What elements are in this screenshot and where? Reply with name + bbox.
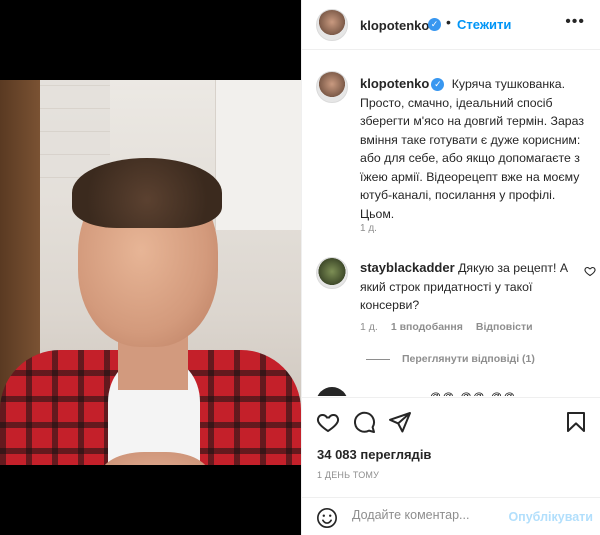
comment-like-heart-icon[interactable] [584,265,596,277]
author-username[interactable]: klopotenko [360,18,429,33]
more-options-icon[interactable]: ••• [565,13,585,31]
video-person-hair [72,158,222,228]
views-count[interactable]: 34 083 переглядів [317,447,431,462]
comment-icon[interactable] [352,410,376,434]
share-icon[interactable] [388,410,412,434]
separator-dot: • [446,14,451,30]
author-avatar[interactable] [316,9,348,41]
next-commenter-avatar[interactable] [316,387,348,396]
commenter-username[interactable]: stayblackadder [360,260,455,275]
comment-likes-count[interactable]: 1 вподобання [391,321,463,333]
caption-timestamp[interactable]: 1 д. [360,223,377,234]
comment-input[interactable] [352,508,502,522]
caption-username[interactable]: klopotenko [360,76,429,91]
post-caption: klopotenko ✓ Куряча тушкованка. Просто, с… [360,75,592,223]
comment-reply-button[interactable]: Відповісти [476,321,533,333]
comment-item: stayblackadder Дякую за рецепт! А який с… [360,259,578,315]
verified-icon: ✓ [431,78,445,92]
post-side-panel: klopotenko ✓ • Стежити ••• klopotenko ✓ К… [301,0,600,535]
follow-button[interactable]: Стежити [457,17,511,32]
emoji-icon[interactable] [316,507,338,529]
add-comment-bar: Опублікувати [302,497,600,535]
verified-icon: ✓ [428,18,441,31]
post-header: klopotenko ✓ • Стежити ••• [302,0,600,50]
post-timestamp[interactable]: 1 ДЕНЬ ТОМУ [317,470,379,480]
caption-text: Куряча тушкованка. Просто, смачно, ідеал… [360,77,584,221]
commenter-avatar[interactable] [316,257,348,289]
video-player[interactable] [0,80,301,465]
bookmark-icon[interactable] [564,410,588,434]
next-comment-partial: @@ @@ @@ [430,391,516,396]
video-bg-cabinet [215,80,301,230]
publish-button[interactable]: Опублікувати [508,510,593,524]
comment-timestamp[interactable]: 1 д. [360,321,378,333]
replies-divider-line [366,358,390,360]
post-media [0,0,301,535]
comment-meta: 1 д. 1 вподобання Відповісти [360,321,533,333]
view-replies-button[interactable]: Переглянути відповіді (1) [366,353,535,365]
view-replies-label: Переглянути відповіді (1) [402,353,535,365]
caption-author-avatar[interactable] [316,71,348,103]
post-actions-bar [302,397,600,443]
heart-icon[interactable] [316,410,340,434]
comments-scroll-area[interactable]: klopotenko ✓ Куряча тушкованка. Просто, с… [302,51,600,396]
